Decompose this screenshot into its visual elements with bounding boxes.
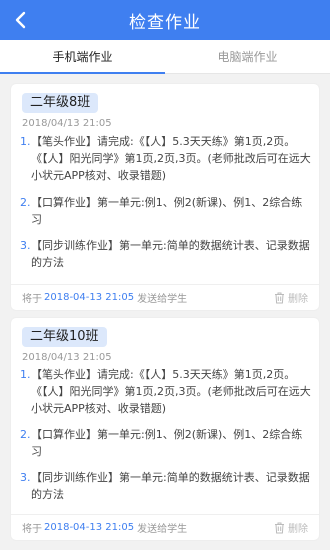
title-bar: 检查作业	[0, 0, 330, 40]
send-time: 2018-04-13 21:05	[44, 292, 135, 303]
page-title: 检查作业	[129, 12, 201, 33]
card-footer: 将于 2018-04-13 21:05 发送给学生 删除	[11, 514, 319, 540]
send-prefix: 将于	[22, 524, 42, 535]
class-name-badge: 二年级10班	[22, 327, 107, 347]
task-number: 2.	[20, 428, 31, 441]
tab-pc-homework[interactable]: 电脑端作业	[165, 40, 330, 73]
task-item: 1. 【笔头作业】请完成:《【人】5.3天天练》第1页,2页。《【人】阳光同学》…	[20, 366, 312, 417]
tab-bar: 手机端作业 电脑端作业	[0, 40, 330, 74]
tab-mobile-homework[interactable]: 手机端作业	[0, 40, 165, 74]
task-number: 2.	[20, 196, 31, 209]
task-item: 3. 【同步训练作业】第一单元:简单的数据统计表、记录数据的方法	[20, 469, 312, 503]
class-name-badge: 二年级8班	[22, 93, 99, 113]
delete-label: 删除	[288, 294, 308, 305]
task-number: 1.	[20, 368, 31, 381]
task-number: 1.	[20, 135, 31, 148]
delete-label: 删除	[288, 524, 308, 535]
homework-date: 2018/04/13 21:05	[22, 352, 112, 363]
chevron-left-icon	[15, 11, 26, 29]
task-text: 【同步训练作业】第一单元:简单的数据统计表、记录数据的方法	[31, 471, 310, 501]
task-item: 2. 【口算作业】第一单元:例1、例2(新课)、例1、2综合练习	[20, 426, 312, 460]
back-button[interactable]	[8, 6, 34, 34]
task-item: 3. 【同步训练作业】第一单元:简单的数据统计表、记录数据的方法	[20, 237, 312, 271]
send-suffix: 发送给学生	[137, 294, 188, 305]
homework-card[interactable]: 二年级10班 2018/04/13 21:05 1. 【笔头作业】请完成:《【人…	[11, 318, 319, 540]
delete-button[interactable]: 删除	[274, 290, 308, 305]
task-number: 3.	[20, 239, 31, 252]
task-text: 【同步训练作业】第一单元:简单的数据统计表、记录数据的方法	[31, 239, 310, 269]
card-footer: 将于 2018-04-13 21:05 发送给学生 删除	[11, 284, 319, 310]
delete-button[interactable]: 删除	[274, 520, 308, 535]
homework-date: 2018/04/13 21:05	[22, 118, 112, 129]
homework-card[interactable]: 二年级8班 2018/04/13 21:05 1. 【笔头作业】请完成:《【人】…	[11, 84, 319, 310]
send-prefix: 将于	[22, 294, 42, 305]
trash-icon	[275, 292, 284, 303]
task-number: 3.	[20, 471, 31, 484]
task-text: 【口算作业】第一单元:例1、例2(新课)、例1、2综合练习	[31, 428, 303, 458]
send-suffix: 发送给学生	[137, 524, 188, 535]
task-item: 2. 【口算作业】第一单元:例1、例2(新课)、例1、2综合练习	[20, 194, 312, 228]
send-time: 2018-04-13 21:05	[44, 522, 135, 533]
task-text: 【笔头作业】请完成:《【人】5.3天天练》第1页,2页。《【人】阳光同学》第1页…	[31, 135, 311, 182]
task-text: 【笔头作业】请完成:《【人】5.3天天练》第1页,2页。《【人】阳光同学》第1页…	[31, 368, 311, 415]
task-text: 【口算作业】第一单元:例1、例2(新课)、例1、2综合练习	[31, 196, 303, 226]
trash-icon	[275, 522, 284, 533]
task-item: 1. 【笔头作业】请完成:《【人】5.3天天练》第1页,2页。《【人】阳光同学》…	[20, 133, 312, 184]
